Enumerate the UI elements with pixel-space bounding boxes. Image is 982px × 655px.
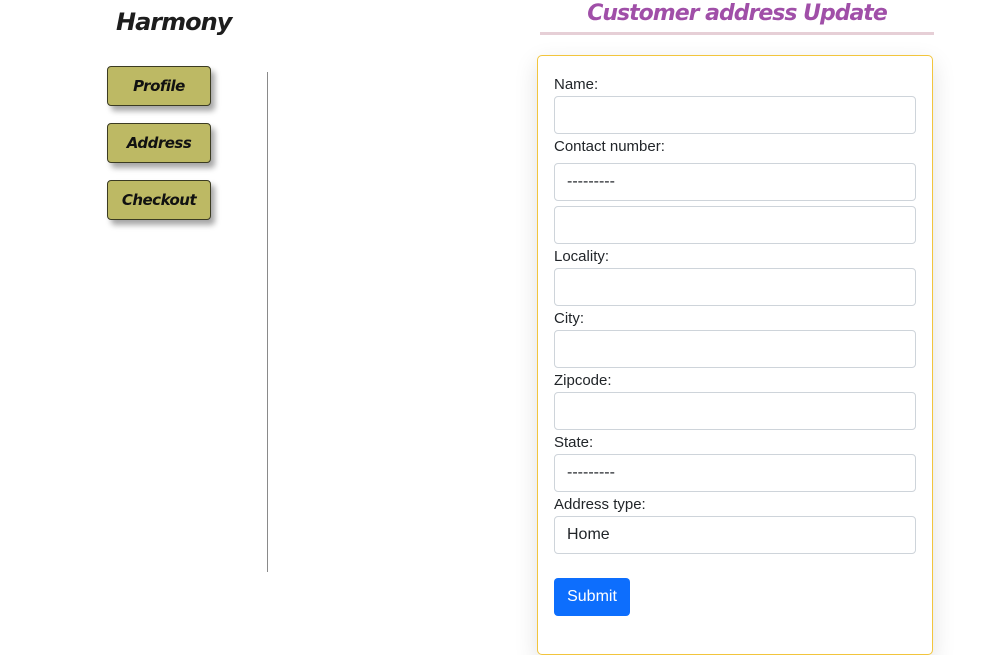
- contact-code-select[interactable]: ---------: [554, 163, 916, 201]
- state-label: State:: [554, 434, 594, 451]
- state-select[interactable]: ---------: [554, 454, 916, 492]
- locality-input[interactable]: [554, 268, 916, 306]
- sidebar-divider: [267, 72, 268, 572]
- name-label: Name:: [554, 76, 599, 93]
- zipcode-label: Zipcode:: [554, 372, 612, 389]
- brand-logo: Harmony: [116, 8, 232, 36]
- city-input[interactable]: [554, 330, 916, 368]
- name-input[interactable]: [554, 96, 916, 134]
- sidebar-item-profile[interactable]: Profile: [107, 66, 211, 106]
- title-underline: [540, 32, 934, 35]
- sidebar-item-checkout[interactable]: Checkout: [107, 180, 211, 220]
- contact-number-input[interactable]: [554, 206, 916, 244]
- submit-button[interactable]: Submit: [554, 578, 630, 616]
- address-type-select[interactable]: Home: [554, 516, 916, 554]
- zipcode-input[interactable]: [554, 392, 916, 430]
- city-label: City:: [554, 310, 584, 327]
- contact-number-label: Contact number:: [554, 138, 665, 155]
- locality-label: Locality:: [554, 248, 610, 265]
- address-type-label: Address type:: [554, 496, 646, 513]
- sidebar-item-address[interactable]: Address: [107, 123, 211, 163]
- page-title: Customer address Update: [587, 1, 888, 26]
